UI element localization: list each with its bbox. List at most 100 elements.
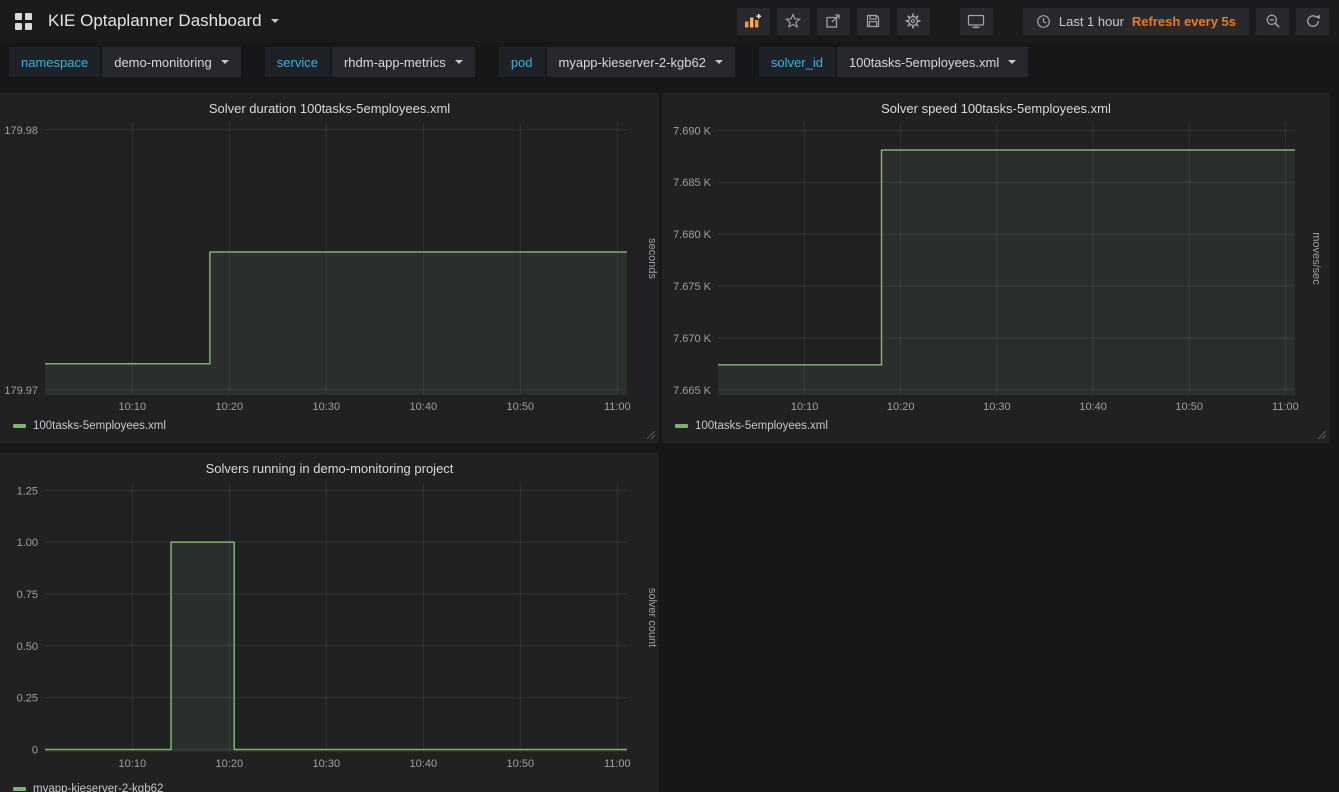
time-picker-button[interactable]: Last 1 hour Refresh every 5s <box>1023 8 1249 35</box>
chevron-down-icon <box>715 60 723 64</box>
save-dashboard-button[interactable] <box>857 8 890 35</box>
refresh-button[interactable] <box>1296 8 1329 35</box>
star-dashboard-button[interactable] <box>777 8 810 35</box>
add-panel-button[interactable] <box>737 8 770 35</box>
grafana-logo-icon[interactable] <box>10 8 36 34</box>
zoom-out-button[interactable] <box>1256 8 1289 35</box>
variable-label: pod <box>499 47 545 77</box>
svg-text:10:30: 10:30 <box>313 758 341 770</box>
svg-text:179.97: 179.97 <box>4 385 38 397</box>
add-panel-icon <box>744 13 762 29</box>
variable-label: service <box>265 47 330 77</box>
chevron-down-icon <box>221 60 229 64</box>
legend-item[interactable]: 100tasks-5employees.xml <box>13 420 166 432</box>
legend-item[interactable]: 100tasks-5employees.xml <box>675 420 828 432</box>
svg-text:10:40: 10:40 <box>410 758 438 770</box>
variable-value: demo-monitoring <box>114 55 212 70</box>
svg-text:7.690 K: 7.690 K <box>673 125 712 137</box>
star-icon <box>785 13 801 29</box>
svg-text:11:00: 11:00 <box>1272 401 1299 413</box>
svg-text:11:00: 11:00 <box>604 401 631 413</box>
time-range-label: Last 1 hour <box>1059 14 1124 29</box>
svg-text:10:20: 10:20 <box>887 401 915 413</box>
legend-series-label: 100tasks-5employees.xml <box>33 420 166 432</box>
grafana-dashboard: KIE Optaplanner Dashboard <box>0 0 1339 792</box>
solvers-running-chart[interactable]: 10:10 10:20 10:30 10:40 10:50 11:00 0 0.25 0.50 0… <box>0 453 659 792</box>
svg-text:10:40: 10:40 <box>410 401 438 413</box>
refresh-icon <box>1305 13 1321 29</box>
panel-solvers-running: 10:10 10:20 10:30 10:40 10:50 11:00 0 0.25 0.50 0… <box>0 453 659 792</box>
svg-text:1.00: 1.00 <box>17 537 38 549</box>
page-title: KIE Optaplanner Dashboard <box>48 11 262 31</box>
svg-text:moves/sec: moves/sec <box>1310 232 1322 285</box>
svg-text:10:40: 10:40 <box>1079 401 1107 413</box>
svg-text:10:10: 10:10 <box>119 758 147 770</box>
variable-service: service rhdm-app-metrics <box>265 47 475 77</box>
svg-text:10:10: 10:10 <box>791 401 819 413</box>
cycle-view-mode-button[interactable] <box>960 8 993 35</box>
legend-series-color <box>675 424 688 428</box>
svg-text:7.680 K: 7.680 K <box>673 229 712 241</box>
panel-resize-handle[interactable] <box>646 430 656 440</box>
variable-label: namespace <box>9 47 100 77</box>
variable-value-dropdown[interactable]: rhdm-app-metrics <box>332 47 475 77</box>
panel-solver-speed: 10:10 10:20 10:30 10:40 10:50 11:00 7.665 K 7.6… <box>662 93 1330 443</box>
navbar: KIE Optaplanner Dashboard <box>0 0 1339 42</box>
svg-text:7.675 K: 7.675 K <box>673 281 712 293</box>
legend-series-color <box>13 787 26 791</box>
svg-text:0: 0 <box>32 745 38 757</box>
monitor-icon <box>967 13 985 29</box>
variable-value-dropdown[interactable]: demo-monitoring <box>102 47 241 77</box>
panel-title[interactable]: Solver duration 100tasks-5employees.xml <box>0 93 659 116</box>
share-dashboard-button[interactable] <box>817 8 850 35</box>
gear-icon <box>905 13 921 29</box>
svg-text:10:20: 10:20 <box>216 401 244 413</box>
solver-duration-chart[interactable]: 10:1010:2010:3010:4010:5011:00179.97179.… <box>0 93 659 443</box>
zoom-out-icon <box>1265 13 1281 29</box>
dashboard-settings-button[interactable] <box>897 8 930 35</box>
template-variable-row: namespace demo-monitoring service rhdm-a… <box>0 45 1061 79</box>
svg-text:0.75: 0.75 <box>17 589 38 601</box>
svg-text:0.50: 0.50 <box>17 641 38 653</box>
legend-series-label: 100tasks-5employees.xml <box>695 420 828 432</box>
svg-text:1.25: 1.25 <box>17 485 38 497</box>
chevron-down-icon <box>271 19 279 23</box>
svg-text:7.670 K: 7.670 K <box>673 333 712 345</box>
svg-text:10:30: 10:30 <box>983 401 1011 413</box>
svg-text:10:50: 10:50 <box>507 401 535 413</box>
svg-text:10:50: 10:50 <box>507 758 535 770</box>
panel-title[interactable]: Solver speed 100tasks-5employees.xml <box>662 93 1330 116</box>
panel-resize-handle[interactable] <box>1317 430 1327 440</box>
refresh-interval-label: Refresh every 5s <box>1132 14 1236 29</box>
svg-text:7.665 K: 7.665 K <box>673 385 712 397</box>
svg-text:10:20: 10:20 <box>216 758 244 770</box>
variable-label: solver_id <box>759 47 835 77</box>
chevron-down-icon <box>455 60 463 64</box>
svg-text:0.25: 0.25 <box>17 693 38 705</box>
variable-value-dropdown[interactable]: 100tasks-5employees.xml <box>837 47 1028 77</box>
variable-value: rhdm-app-metrics <box>344 55 446 70</box>
solver-speed-chart[interactable]: 10:10 10:20 10:30 10:40 10:50 11:00 7.665 K 7.6… <box>662 93 1330 443</box>
clock-icon <box>1036 14 1051 29</box>
share-icon <box>825 13 841 29</box>
variable-solver-id: solver_id 100tasks-5employees.xml <box>759 47 1028 77</box>
save-icon <box>865 13 881 29</box>
variable-value: 100tasks-5employees.xml <box>849 55 999 70</box>
svg-text:10:50: 10:50 <box>1175 401 1203 413</box>
variable-pod: pod myapp-kieserver-2-kgb62 <box>499 47 735 77</box>
panel-title[interactable]: Solvers running in demo-monitoring proje… <box>0 453 659 476</box>
svg-text:solver count: solver count <box>646 588 658 647</box>
variable-namespace: namespace demo-monitoring <box>9 47 241 77</box>
svg-text:10:10: 10:10 <box>119 401 147 413</box>
dashboard-title-dropdown[interactable]: KIE Optaplanner Dashboard <box>48 11 279 31</box>
legend-series-label: myapp-kieserver-2-kgb62 <box>33 783 163 792</box>
variable-value-dropdown[interactable]: myapp-kieserver-2-kgb62 <box>547 47 735 77</box>
legend-item[interactable]: myapp-kieserver-2-kgb62 <box>13 783 163 792</box>
svg-text:179.98: 179.98 <box>4 125 38 137</box>
svg-text:7.685 K: 7.685 K <box>673 177 712 189</box>
legend-series-color <box>13 424 26 428</box>
svg-text:11:00: 11:00 <box>604 758 631 770</box>
panel-solver-duration: 10:1010:2010:3010:4010:5011:00179.97179.… <box>0 93 659 443</box>
chevron-down-icon <box>1008 60 1016 64</box>
variable-value: myapp-kieserver-2-kgb62 <box>559 55 706 70</box>
